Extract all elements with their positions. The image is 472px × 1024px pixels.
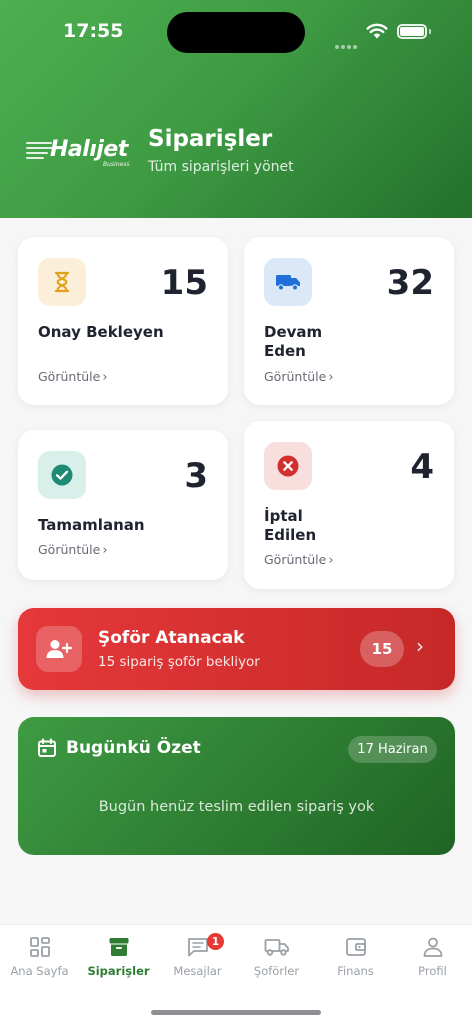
summary-title: Bugünkü Özet	[66, 738, 201, 758]
pending-label: Onay Bekleyen	[38, 323, 164, 341]
summary-empty-text: Bugün henüz teslim edilen sipariş yok	[98, 799, 375, 815]
in-progress-view-link[interactable]: Görüntüle ›	[264, 369, 334, 385]
view-link-label: Görüntüle	[38, 542, 101, 557]
chevron-right-icon: ›	[328, 553, 334, 568]
truck-icon	[237, 936, 316, 960]
home-indicator	[151, 1010, 321, 1015]
chevron-right-icon: ›	[416, 634, 424, 658]
card-cancelled[interactable]: 4 İptal Edilen Görüntüle ›	[244, 421, 454, 589]
calendar-icon	[38, 738, 56, 757]
logo-subtext: Business	[103, 161, 130, 168]
tab-label: Ana Sayfa	[10, 964, 69, 978]
view-link-label: Görüntüle	[264, 369, 327, 384]
chevron-right-icon: ›	[328, 370, 334, 385]
tab-label: Siparişler	[87, 964, 150, 978]
battery-icon	[397, 24, 427, 39]
hourglass-icon	[38, 258, 86, 306]
header: 17:55 Halıjet Business Siparişler Tüm si…	[0, 0, 472, 218]
tab-orders[interactable]: Siparişler	[79, 925, 158, 985]
status-time: 17:55	[63, 20, 124, 42]
summary-date-badge: 17 Haziran	[348, 736, 437, 763]
page-subtitle: Tüm siparişleri yönet	[148, 159, 294, 175]
tab-label: Şoförler	[253, 964, 300, 978]
card-in-progress[interactable]: 32 Devam Eden Görüntüle ›	[244, 237, 454, 405]
driver-banner-subtitle: 15 sipariş şoför bekliyor	[98, 654, 260, 670]
messages-notification-badge: 1	[207, 933, 224, 950]
chevron-right-icon: ›	[102, 543, 108, 558]
cancelled-view-link[interactable]: Görüntüle ›	[264, 552, 334, 568]
page-title: Siparişler	[148, 126, 273, 152]
driver-banner-title: Şoför Atanacak	[98, 628, 245, 648]
signal-icon	[335, 34, 359, 49]
in-progress-count: 32	[386, 263, 434, 303]
tab-drivers[interactable]: Şoförler	[237, 925, 316, 985]
tab-finance[interactable]: Finans	[316, 925, 395, 985]
tab-label: Finans	[337, 964, 374, 978]
in-progress-label: Devam Eden	[264, 323, 323, 360]
tab-label: Mesajlar	[173, 964, 222, 978]
battery-tip	[429, 29, 431, 34]
user-icon	[393, 936, 472, 960]
dynamic-island	[167, 12, 305, 53]
cancel-circle-icon	[264, 442, 312, 490]
driver-pending-badge: 15	[360, 631, 404, 667]
status-bar: 17:55	[0, 0, 472, 60]
today-summary-card: Bugünkü Özet 17 Haziran Bugün henüz tesl…	[18, 717, 455, 855]
halijet-logo: Halıjet Business	[26, 135, 136, 171]
driver-assignment-banner[interactable]: Şoför Atanacak 15 sipariş şoför bekliyor…	[18, 608, 455, 690]
pending-view-link[interactable]: Görüntüle ›	[38, 369, 108, 385]
card-pending-approval[interactable]: 15 Onay Bekleyen Görüntüle ›	[18, 237, 228, 405]
cancelled-label: İptal Edilen	[264, 507, 317, 544]
add-user-icon	[36, 626, 82, 672]
card-completed[interactable]: 3 Tamamlanan Görüntüle ›	[18, 430, 228, 580]
truck-icon	[264, 258, 312, 306]
tab-messages[interactable]: 1 Mesajlar	[158, 925, 237, 985]
dashboard-icon	[0, 936, 79, 960]
archive-box-icon	[79, 936, 158, 960]
wallet-icon	[316, 936, 395, 960]
logo-text: Halıjet	[50, 137, 128, 162]
chat-icon	[158, 936, 237, 960]
chevron-right-icon: ›	[102, 370, 108, 385]
completed-label: Tamamlanan	[38, 516, 145, 534]
view-link-label: Görüntüle	[38, 369, 101, 384]
view-link-label: Görüntüle	[264, 552, 327, 567]
pending-count: 15	[160, 263, 208, 303]
bottom-tab-bar: Ana Sayfa Siparişler 1 Mesajlar Şoförler…	[0, 924, 472, 1024]
check-circle-icon	[38, 451, 86, 499]
tab-label: Profil	[418, 964, 447, 978]
tab-profile[interactable]: Profil	[393, 925, 472, 985]
wifi-icon	[366, 23, 388, 39]
tab-home[interactable]: Ana Sayfa	[0, 925, 79, 985]
completed-count: 3	[184, 456, 208, 496]
cancelled-count: 4	[410, 447, 434, 487]
completed-view-link[interactable]: Görüntüle ›	[38, 542, 108, 558]
